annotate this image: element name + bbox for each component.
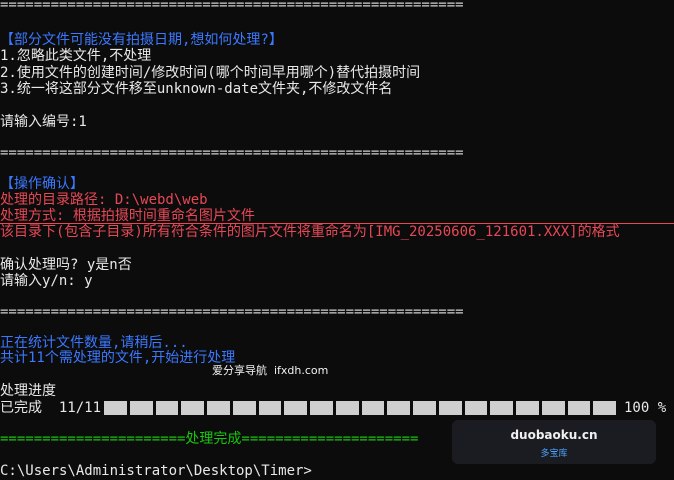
progress-title: 处理进度 (0, 383, 56, 399)
progress-cell (464, 401, 488, 415)
progress-cell (129, 401, 153, 415)
progress-cell (258, 401, 282, 415)
progress-cell (541, 401, 565, 415)
console-window[interactable]: ========================================… (0, 0, 674, 480)
progress-cell (413, 401, 436, 415)
progress-cell (335, 401, 359, 415)
progress-cell (567, 401, 591, 415)
confirm-title: 【操作确认】 (0, 176, 84, 192)
progress-cell (310, 401, 333, 415)
watermark-duobaoku: duobaoku.cn 多宝库 (452, 420, 656, 464)
progress-cell (232, 401, 256, 415)
separator-line: ========================================… (0, 0, 464, 13)
separator-line: ========================================… (0, 304, 464, 320)
progress-count: 已完成 11/11 (0, 400, 102, 416)
progress-percent: 100 % (624, 400, 667, 416)
watermark-duobaoku-title: duobaoku.cn (510, 428, 598, 442)
command-prompt[interactable]: C:\Users\Administrator\Desktop\Timer> (0, 463, 312, 480)
watermark-duobaoku-subtitle: 多宝库 (540, 449, 568, 459)
progress-cell (104, 401, 127, 415)
separator-line: ========================================… (0, 145, 464, 161)
progress-cell (155, 401, 179, 415)
progress-cell (207, 401, 230, 415)
found-files-line: 共计11个需处理的文件,开始进行处理 (0, 350, 236, 366)
confirm-question-line: 确认处理吗? y是n否 (0, 257, 132, 273)
progress-row: 已完成 11/11 100 % (0, 400, 674, 417)
option-2: 2.使用文件的创建时间/修改时间(哪个时间早用哪个)替代拍摄时间 (0, 65, 421, 81)
confirm-input-line: 请输入y/n: y (0, 273, 93, 289)
progress-cell (490, 401, 513, 415)
progress-cell (593, 401, 616, 415)
question-title: 【部分文件可能没有拍摄日期,想如何处理?】 (0, 32, 283, 48)
progress-cell (284, 401, 307, 415)
directory-path-line: 处理的目录路径: D:\webd\web (0, 192, 208, 208)
progress-bar (104, 401, 616, 415)
overdraw-line (0, 223, 674, 224)
progress-cell (361, 401, 385, 415)
progress-cell (387, 401, 410, 415)
progress-cell (181, 401, 204, 415)
watermark-ifxdh: 爱分享导航 ifxdh.com (212, 364, 329, 377)
rename-description-line: 该目录下(包含子目录)所有符合条件的图片文件将重命名为[IMG_20250606… (0, 224, 620, 240)
option-1: 1.忽略此类文件,不处理 (0, 48, 152, 64)
done-line: ======================处理完成==============… (0, 431, 419, 447)
number-input-line: 请输入编号:1 (0, 114, 87, 130)
option-3: 3.统一将这部分文件移至unknown-date文件夹,不修改文件名 (0, 81, 393, 97)
progress-cell (516, 401, 539, 415)
progress-cell (438, 401, 462, 415)
